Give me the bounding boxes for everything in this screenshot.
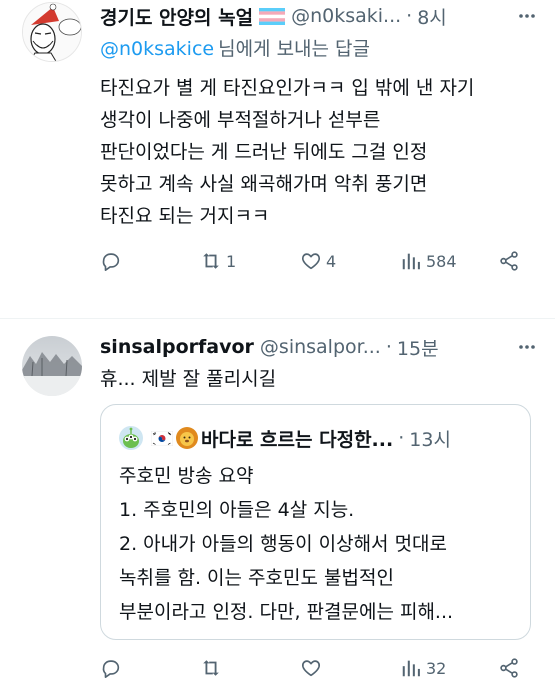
quote-timestamp: 13시 [409, 428, 451, 451]
korea-flag-icon [151, 430, 173, 446]
timestamp[interactable]: 15분 [397, 334, 439, 361]
tweet[interactable]: sinsalporfavor @sinsalpor... · 15분 휴... … [0, 318, 555, 690]
tweet-text: 타진요가 별 게 타진요인가ㅋㅋ 입 밖에 낸 자기 생각이 나중에 부적절하거… [100, 72, 540, 232]
tweet-text-line: 타진요가 별 게 타진요인가ㅋㅋ 입 밖에 낸 자기 [100, 77, 475, 99]
quote-author-name: 바다로 흐르는 다정한... [201, 428, 394, 451]
views-icon [402, 660, 420, 677]
tweet-text-line: 못하고 계속 사실 왜곡해가며 악취 풍기면 [100, 173, 428, 195]
more-icon [519, 14, 535, 18]
tweet-header: sinsalporfavor @sinsalpor... · 15분 [100, 331, 539, 363]
tweet-text-line: 판단이었다는 게 드러난 뒤에도 그걸 인정 [100, 141, 428, 163]
retweet-button[interactable] [200, 654, 226, 682]
quote-text-line: 1. 주호민의 아들은 4살 지능. [119, 499, 355, 521]
reply-icon [102, 660, 120, 678]
share-button[interactable] [498, 654, 520, 682]
quote-header: 바다로 흐르는 다정한... · 13시 [119, 425, 451, 451]
author-avatar[interactable] [22, 336, 82, 396]
tweet-text-line: 타진요 되는 거지ㅋㅋ [100, 205, 270, 227]
reply-button[interactable] [100, 654, 126, 682]
views-button[interactable]: 584 [400, 247, 457, 275]
quote-text-line: 녹취를 함. 이는 주호민도 불법적인 [119, 567, 394, 589]
action-bar: 32 [100, 654, 530, 682]
retweet-count: 1 [226, 251, 237, 271]
more-button[interactable] [515, 4, 539, 28]
snowy-trees-avatar-icon [22, 336, 82, 396]
share-icon [500, 658, 518, 678]
timestamp[interactable]: 8시 [417, 3, 447, 30]
view-count: 32 [426, 658, 447, 678]
view-count: 584 [426, 251, 457, 271]
tweet-text-line: 휴... 제발 잘 풀리시길 [100, 368, 277, 390]
more-button[interactable] [515, 335, 539, 359]
author-name[interactable]: sinsalporfavor [100, 336, 254, 358]
trans-flag-icon [259, 7, 286, 25]
action-bar: 1 4 584 [100, 247, 530, 275]
quote-author-avatar [119, 426, 143, 450]
retweet-icon [203, 253, 219, 269]
retweet-icon [203, 660, 219, 676]
separator-dot: · [398, 427, 405, 449]
like-icon [301, 253, 321, 270]
tweet-text-line: 생각이 나중에 부적절하거나 섣부른 [100, 109, 381, 131]
alien-avatar-icon [119, 426, 143, 450]
quote-text: 주호민 방송 요약 1. 주호민의 아들은 4살 지능. 2. 아내가 아들의 … [119, 459, 453, 629]
lion-face-icon [176, 427, 198, 449]
like-count: 4 [326, 251, 337, 271]
author-name[interactable]: 경기도 안양의 녹얼 [100, 3, 253, 30]
quote-text-line: 2. 아내가 아들의 행동이 이상해서 멋대로 [119, 533, 448, 555]
reply-suffix: 님에게 보내는 답글 [218, 38, 371, 60]
author-handle[interactable]: @n0ksaki... [291, 5, 401, 27]
replying-to: @n0ksakice 님에게 보내는 답글 [100, 34, 370, 61]
views-icon [402, 253, 420, 270]
reply-mention-link[interactable]: @n0ksakice [100, 38, 214, 60]
retweet-button[interactable]: 1 [200, 247, 236, 275]
quoted-tweet[interactable]: 바다로 흐르는 다정한... · 13시 주호민 방송 요약 1. 주호민의 아… [100, 404, 531, 640]
reply-icon [102, 253, 120, 271]
share-button[interactable] [498, 247, 520, 275]
author-avatar[interactable] [22, 2, 82, 62]
quote-text-line: 주호민 방송 요약 [119, 465, 254, 487]
more-icon [519, 345, 535, 349]
author-handle[interactable]: @sinsalpor... [260, 336, 381, 358]
caricature-avatar-icon [23, 3, 81, 61]
separator-dot: · [406, 5, 413, 27]
like-button[interactable]: 4 [300, 247, 336, 275]
like-icon [301, 660, 321, 677]
like-button[interactable] [300, 654, 326, 682]
tweet[interactable]: 경기도 안양의 녹얼 @n0ksaki... · 8시 @n0ksakice 님에… [0, 0, 555, 318]
share-icon [500, 251, 518, 271]
tweet-header: 경기도 안양의 녹얼 @n0ksaki... · 8시 [100, 0, 539, 32]
quote-text-line: 부분이라고 인정. 다만, 판결문에는 피해... [119, 601, 454, 623]
views-button[interactable]: 32 [400, 654, 446, 682]
tweet-text: 휴... 제발 잘 풀리시길 [100, 363, 540, 395]
reply-button[interactable] [100, 247, 126, 275]
separator-dot: · [385, 336, 392, 358]
